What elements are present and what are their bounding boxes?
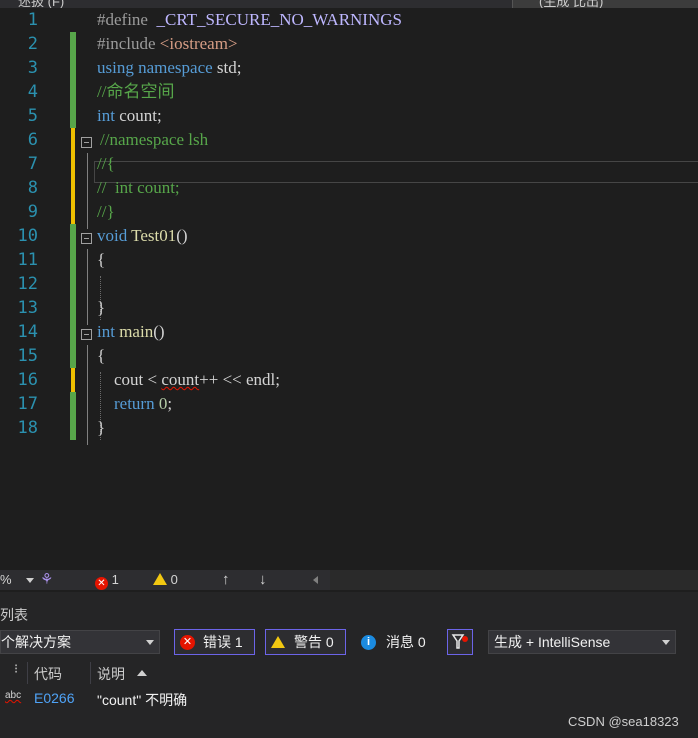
column-header-description[interactable]: 说明 (97, 664, 125, 684)
zoom-dropdown-icon[interactable] (26, 578, 34, 583)
intellicode-icon[interactable]: ⚘ (40, 570, 53, 590)
warning-count[interactable]: 0 (153, 570, 178, 590)
arrow-down-icon[interactable]: ↓ (259, 570, 267, 590)
code-text: count; (114, 106, 162, 125)
comment: // int count; (97, 178, 180, 197)
code-text: } (97, 298, 106, 317)
sort-icon[interactable]: ⁝ (14, 661, 18, 677)
comment: //{ (97, 154, 115, 173)
output-tab[interactable]: (生成 比出) (512, 0, 698, 8)
code-text: cout < (97, 370, 162, 389)
change-tracking-bar (70, 272, 76, 296)
comment: //namespace lsh (100, 130, 209, 149)
filter-icon (451, 634, 468, 649)
code-text: ; (167, 394, 173, 413)
keyword: int (97, 106, 115, 125)
errors-filter-button[interactable]: ✕ 错误 1 (174, 629, 255, 655)
messages-filter-label: 消息 0 (386, 634, 426, 650)
code-text: ++ << endl; (199, 370, 280, 389)
error-code-link[interactable]: E0266 (34, 690, 74, 706)
code-text: () (153, 322, 165, 341)
output-tab-label: (生成 比出) (539, 0, 604, 8)
watermark: CSDN @sea18323 (568, 714, 679, 729)
line-number: 12 (17, 274, 38, 294)
document-tab-strip: 述扱 (F) (生成 比出) (0, 0, 698, 8)
filter-button[interactable] (447, 629, 473, 655)
info-icon: i (361, 635, 376, 650)
code-text: () (176, 226, 188, 245)
scope-dropdown[interactable]: 个解决方案 (0, 630, 160, 654)
sort-ascending-icon (137, 670, 147, 676)
error-count[interactable]: ✕ 1 (95, 570, 119, 590)
code-text: { (97, 346, 106, 365)
error-icon: ✕ (180, 635, 195, 650)
comment: //} (97, 202, 115, 221)
function-name: main (114, 322, 154, 341)
warning-icon (271, 636, 285, 648)
code-text: { (97, 250, 106, 269)
keyword: return (97, 394, 155, 413)
warnings-filter-button[interactable]: 警告 0 (265, 629, 346, 655)
messages-filter-button[interactable]: i 消息 0 (356, 629, 436, 655)
warning-count-value: 0 (170, 572, 178, 587)
number-literal: 0 (154, 394, 168, 413)
preprocessor-directive: #include (97, 34, 160, 53)
column-divider (27, 662, 28, 684)
errors-filter-label: 错误 1 (203, 634, 243, 650)
build-source-dropdown[interactable]: 生成 + IntelliSense (488, 630, 676, 654)
keyword: void (97, 226, 128, 245)
keyword: using (97, 58, 134, 77)
warning-icon (153, 573, 167, 585)
error-description: "count" 不明确 (97, 692, 188, 708)
editor-status-bar: % ⚘ ✕ 1 0 ↑ ↓ (0, 570, 698, 590)
code-text: std; (212, 58, 242, 77)
preprocessor-directive: #define (97, 10, 148, 29)
function-name: Test01 (127, 226, 177, 245)
keyword: int (97, 322, 115, 341)
zoom-level[interactable]: % (0, 570, 12, 590)
scroll-left-icon[interactable] (313, 576, 318, 584)
spelling-error-icon: abc (5, 690, 22, 701)
document-tab[interactable]: 述扱 (F) (18, 0, 64, 8)
keyword: namespace (133, 58, 213, 77)
arrow-up-icon[interactable]: ↑ (222, 570, 230, 590)
code-editor[interactable]: 1 2 3 4 5 6 7 8 9 10 11 12 13 14 15 16 17 18 #define _CRT… (0, 8, 698, 570)
code-line[interactable]: 12 (0, 272, 698, 296)
error-count-value: 1 (111, 572, 119, 587)
error-icon: ✕ (95, 577, 108, 590)
panel-title: 列表 (0, 607, 28, 623)
column-divider (90, 662, 91, 684)
scope-dropdown-value: 个解决方案 (1, 634, 71, 650)
macro-name: _CRT_SECURE_NO_WARNINGS (147, 10, 402, 29)
table-row[interactable]: abc E0266 "count" 不明确 (0, 687, 698, 711)
chevron-down-icon (146, 640, 154, 645)
warnings-filter-label: 警告 0 (294, 634, 334, 650)
comment: //命名空间 (97, 82, 175, 101)
error-squiggle-identifier[interactable]: count (161, 370, 199, 389)
error-list-header: ⁝ 代码 说明 (0, 660, 698, 686)
include-header: <iostream> (159, 34, 238, 53)
chevron-down-icon (662, 640, 670, 645)
column-header-code[interactable]: 代码 (34, 664, 62, 684)
build-source-value: 生成 + IntelliSense (494, 634, 611, 650)
code-text: } (97, 418, 106, 437)
horizontal-scrollbar[interactable] (330, 570, 698, 590)
